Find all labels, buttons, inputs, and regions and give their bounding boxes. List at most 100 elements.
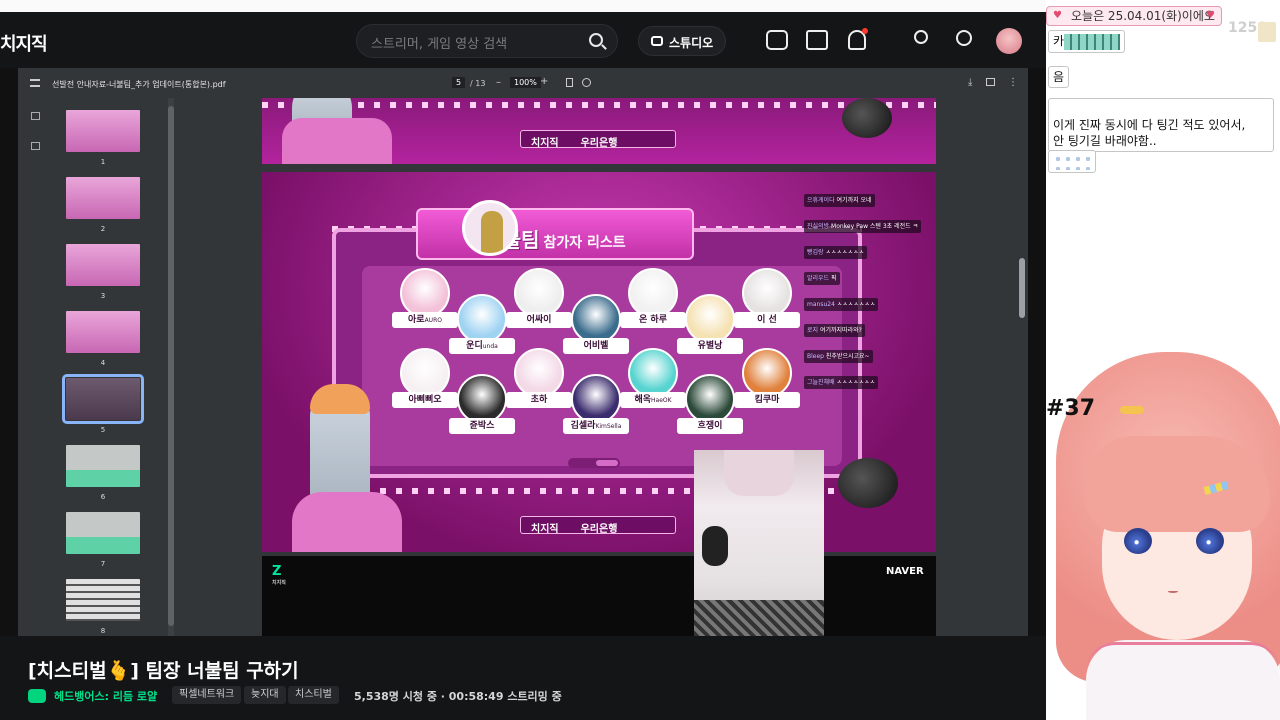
participant-card: 어싸이	[506, 268, 572, 338]
pdf-page-previous: 치지직 우리은행	[262, 98, 936, 164]
stream-info: [치스티벌🫰] 팀장 너불팀 구하기 헤드뱅어스: 리듬 로얄 픽셀네트워크 늦…	[0, 636, 1046, 720]
page-thumbnail[interactable]: 3	[66, 244, 140, 300]
spotlight	[842, 98, 892, 138]
participant-avatar	[628, 268, 678, 318]
chzzk-logo[interactable]: 치지직	[0, 30, 48, 56]
participant-name: 유별낭	[677, 338, 743, 354]
participant-card: 아삐삐오	[392, 348, 458, 418]
page-thumbnail[interactable]: 7	[66, 512, 140, 568]
user-avatar[interactable]	[996, 28, 1022, 54]
participant-name-sub: KimSella	[595, 423, 622, 430]
participant-card: 김셀라KimSella	[563, 374, 629, 444]
chat-bubble-2: 음	[1048, 66, 1070, 88]
zoom-input[interactable]: 100%	[510, 77, 541, 88]
participant-name-text: 어비벨	[583, 341, 609, 351]
site-header: 치지직 스트리머, 게임 영상 검색 스튜디오	[0, 0, 1046, 68]
page-scrollbar[interactable]	[1018, 98, 1026, 636]
participant-card: 흐쟁이	[677, 374, 743, 444]
thumbnail-scroll-thumb[interactable]	[168, 106, 174, 626]
download-icon[interactable]: ⤓	[968, 77, 972, 88]
participant-name: 흐쟁이	[677, 418, 743, 434]
participant-name-text: 쥰박스	[469, 421, 495, 431]
emote-icon	[1064, 33, 1121, 50]
zoom-in-button[interactable]: +	[540, 76, 548, 87]
participant-name: 아삐삐오	[392, 392, 458, 408]
chat-message: Bleep 친추받으시고요~	[804, 350, 936, 376]
overlay-panel: 오늘은 25.04.01(화)이에오 1250 카 음 이게 진짜 동시에 다 …	[1046, 0, 1280, 720]
side-number: #37	[1046, 396, 1096, 421]
chat-bubble-2-text: 음	[1053, 70, 1065, 84]
pdf-side-rail	[18, 98, 54, 636]
thumbnail-scrollbar[interactable]	[168, 98, 174, 636]
chat-username: mansu24	[807, 301, 835, 308]
page-thumbnail[interactable]: 2	[66, 177, 140, 233]
rotate-icon[interactable]	[582, 78, 591, 87]
game-category-link[interactable]: 헤드뱅어스: 리듬 로얄	[54, 688, 157, 704]
chat-line: 그늘진채배 ㅅㅅㅅㅅㅅㅅㅅ	[804, 376, 879, 389]
tag-1[interactable]: 픽셀네트워크	[172, 686, 242, 704]
bell-icon[interactable]	[848, 28, 868, 50]
participant-avatar	[514, 348, 564, 398]
more-options-icon[interactable]: ⋮	[1008, 77, 1018, 88]
participant-avatar	[742, 348, 792, 398]
list-title: 참가자 리스트	[543, 235, 626, 251]
thumbnail-list: 1 2 3 4 5 6 7 8	[54, 98, 174, 636]
tag-3[interactable]: 치스티벌	[288, 686, 339, 704]
ticket-icon[interactable]	[806, 30, 828, 50]
participant-card: 이 선	[734, 268, 800, 338]
participant-name: 어싸이	[506, 312, 572, 328]
key-icon[interactable]	[914, 30, 928, 44]
z-logo-text: 치지직	[272, 580, 286, 586]
page-scroll-thumb[interactable]	[1019, 258, 1025, 318]
screen: 치지직 스트리머, 게임 영상 검색 스튜디오 선발전 안내자료-너불팀_추가 …	[0, 0, 1280, 720]
page-thumbnail-number: 3	[100, 292, 106, 300]
participant-card: 운디unda	[449, 294, 515, 364]
spotlight-right	[838, 458, 898, 508]
participant-name-text: 초하	[530, 395, 548, 405]
participant-name: 운디unda	[449, 338, 515, 354]
participant-name: 초하	[506, 392, 572, 408]
menu-icon[interactable]	[30, 79, 40, 87]
page-thumbnail[interactable]: 1	[66, 110, 140, 166]
pdf-viewer: 선발전 안내자료-너불팀_추가 업데이트(통합본).pdf 5 / 13 – 1…	[18, 68, 1028, 636]
print-icon[interactable]	[986, 78, 995, 86]
participant-name: 킴쿠마	[734, 392, 800, 408]
page-thumbnail[interactable]: 4	[66, 311, 140, 367]
search-input[interactable]: 스트리머, 게임 영상 검색	[371, 33, 507, 52]
viewer-count-and-uptime: 5,538명 시청 중 · 00:58:49 스트리밍 중	[354, 690, 562, 703]
mascot-hair	[310, 384, 370, 414]
outline-icon[interactable]	[31, 142, 40, 150]
participant-avatar	[742, 268, 792, 318]
page-thumbnail-number: 5	[100, 426, 106, 434]
tag-2[interactable]: 늦지대	[244, 686, 286, 704]
theme-sun-icon[interactable]	[956, 30, 972, 46]
page-thumbnail[interactable]: 5	[62, 374, 144, 434]
fit-page-icon[interactable]	[566, 78, 573, 87]
wallet-icon[interactable]	[766, 30, 788, 50]
participant-card: 해옥HaeOK	[620, 348, 686, 418]
chat-bubble-1: 카	[1048, 30, 1126, 53]
search-bar[interactable]: 스트리머, 게임 영상 검색	[356, 24, 618, 58]
chat-text: ㅅㅅㅅㅅㅅㅅㅅ	[836, 379, 876, 386]
participant-avatar	[571, 374, 621, 424]
browser-strip	[0, 0, 1046, 12]
participant-avatar	[514, 268, 564, 318]
chat-line: mansu24 ㅅㅅㅅㅅㅅㅅㅅ	[804, 298, 879, 311]
page-thumbnail[interactable]: 6	[66, 445, 140, 501]
participant-avatar	[685, 374, 735, 424]
studio-button[interactable]: 스튜디오	[638, 26, 726, 56]
page-thumbnail-number: 1	[100, 158, 106, 166]
page-thumbnail[interactable]: 8	[66, 579, 140, 635]
search-icon[interactable]	[589, 33, 603, 47]
game-category-icon	[28, 689, 46, 703]
camera-icon	[651, 36, 663, 46]
zoom-out-button[interactable]: –	[496, 77, 501, 88]
participant-name: 온 하루	[620, 312, 686, 328]
thumbnails-icon[interactable]	[31, 112, 40, 120]
vtuber-eye-right	[1196, 528, 1224, 554]
page-number-input[interactable]: 5	[452, 77, 466, 88]
naver-logo: NAVER	[886, 566, 924, 577]
chat-username: 알리우드	[807, 275, 830, 282]
chat-line: Bleep 친추받으시고요~	[804, 350, 873, 363]
vtuber-hair-tie	[1120, 406, 1144, 414]
